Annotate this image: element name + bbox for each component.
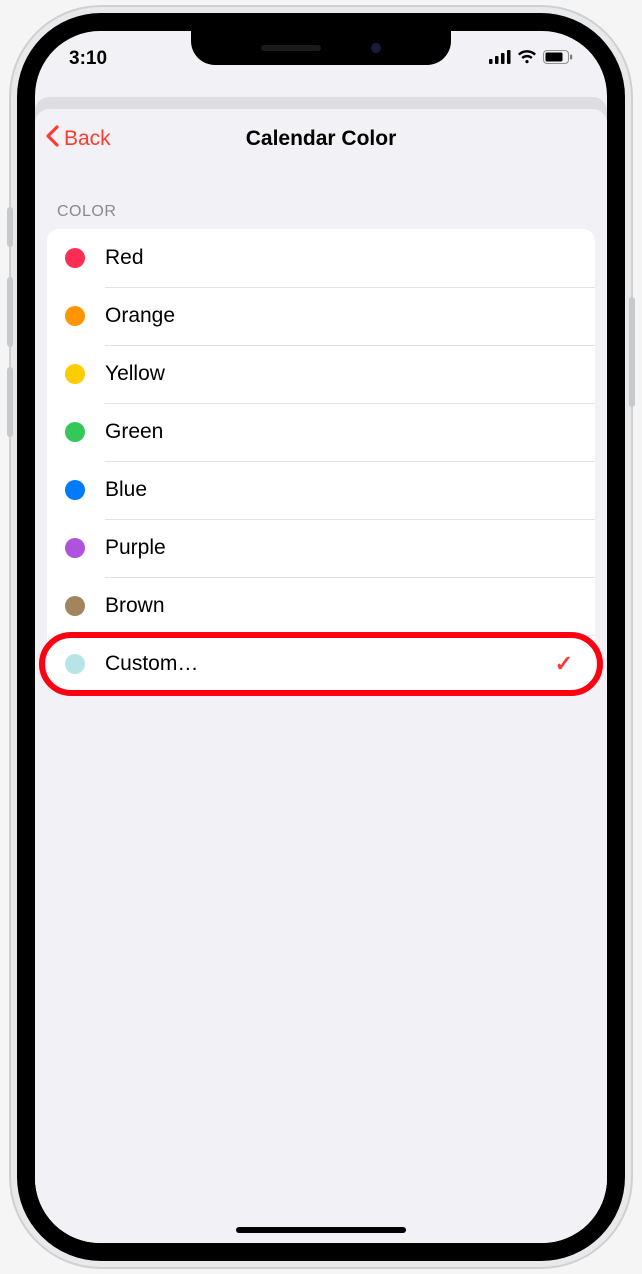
earpiece [261,45,321,51]
color-label: Orange [105,304,577,328]
back-button[interactable]: Back [35,125,111,153]
color-swatch [65,480,85,500]
color-row-custom[interactable]: Custom…✓ [47,635,595,693]
color-label: Green [105,420,577,444]
color-swatch [65,654,85,674]
color-swatch [65,422,85,442]
cellular-icon [489,48,511,70]
color-label: Custom… [105,652,555,676]
section-header-color: COLOR [35,169,607,229]
nav-bar: Back Calendar Color [35,109,607,169]
color-row-brown[interactable]: Brown [47,577,595,635]
color-label: Purple [105,536,577,560]
color-row-blue[interactable]: Blue [47,461,595,519]
volume-down-button [7,367,13,437]
color-label: Blue [105,478,577,502]
page-title: Calendar Color [35,127,607,151]
battery-icon [543,48,573,70]
color-swatch [65,538,85,558]
color-label: Yellow [105,362,577,386]
color-row-purple[interactable]: Purple [47,519,595,577]
color-row-orange[interactable]: Orange [47,287,595,345]
home-indicator[interactable] [236,1227,406,1233]
status-time: 3:10 [69,48,107,70]
mute-switch [7,207,13,247]
color-row-green[interactable]: Green [47,403,595,461]
checkmark-icon: ✓ [555,651,573,677]
side-button [629,297,635,407]
color-list: Red Orange Yellow Green Blue Purple Brown Custo… [47,229,595,693]
front-camera [371,43,381,53]
modal-sheet: Back Calendar Color COLOR Red Orange Yello… [35,109,607,1243]
notch [191,31,451,65]
volume-up-button [7,277,13,347]
color-row-yellow[interactable]: Yellow [47,345,595,403]
color-swatch [65,364,85,384]
color-swatch [65,248,85,268]
color-row-red[interactable]: Red [47,229,595,287]
phone-frame: 3:10 [11,7,631,1267]
wifi-icon [517,48,537,70]
phone-body: 3:10 [17,13,625,1261]
status-right [489,48,573,70]
color-swatch [65,596,85,616]
chevron-left-icon [45,125,60,153]
back-label: Back [64,127,111,151]
color-swatch [65,306,85,326]
color-label: Brown [105,594,577,618]
color-label: Red [105,246,577,270]
screen: 3:10 [35,31,607,1243]
